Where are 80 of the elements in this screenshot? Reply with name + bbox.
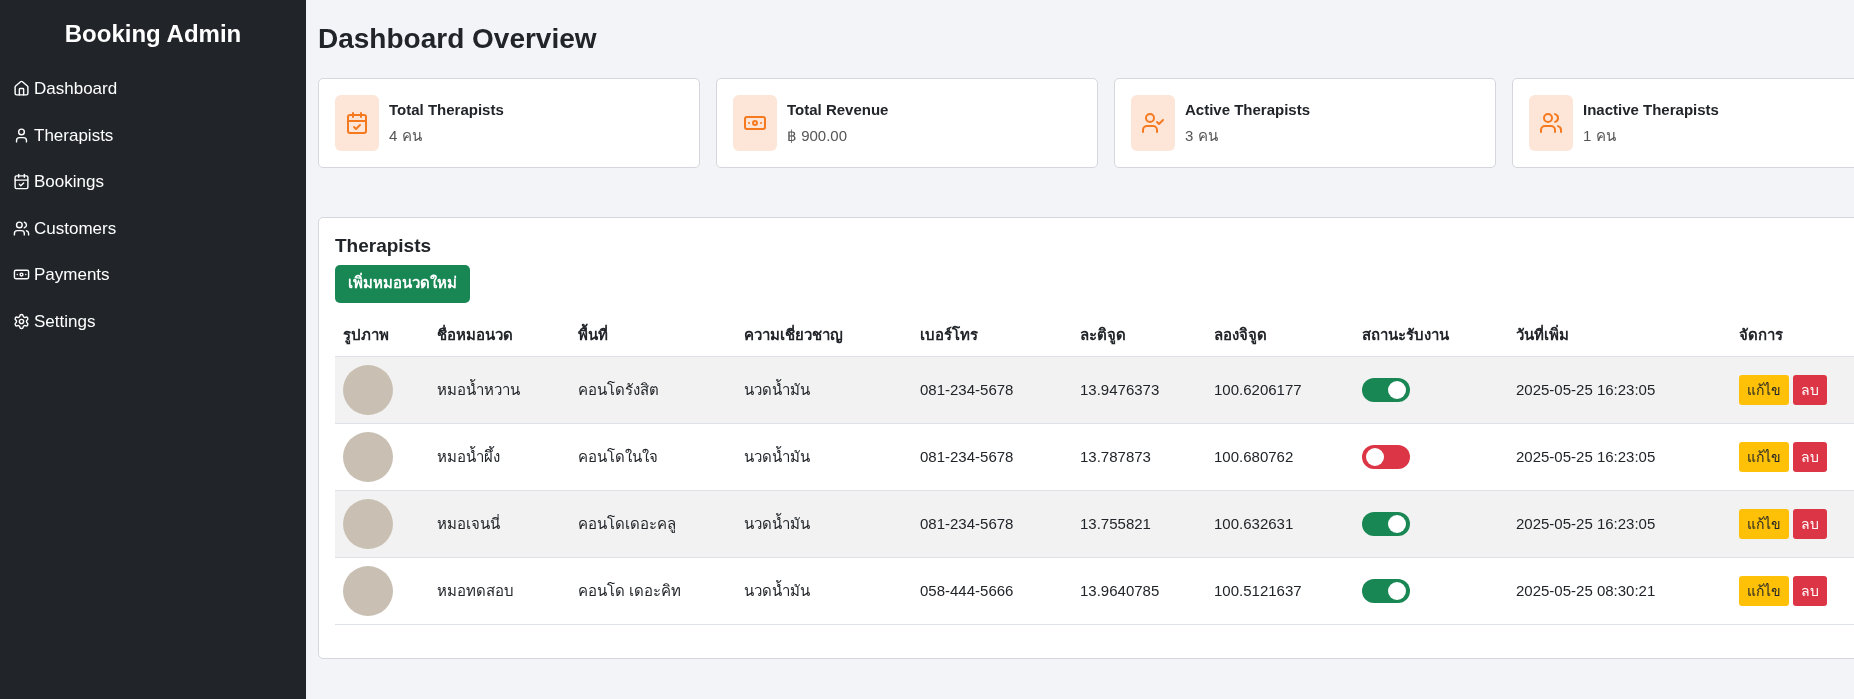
table-cell: 100.5121637	[1206, 557, 1354, 625]
table-cell: 2025-05-25 08:30:21	[1508, 557, 1731, 625]
calendar-check-icon	[345, 111, 369, 135]
edit-button[interactable]: แก้ไข	[1739, 576, 1789, 606]
table-cell: 100.632631	[1206, 490, 1354, 558]
user-check-icon	[1141, 111, 1165, 135]
avatar-placeholder	[343, 566, 393, 616]
avatar-placeholder	[343, 432, 393, 482]
table-cell: 2025-05-25 16:23:05	[1508, 423, 1731, 491]
calendar-check-icon	[13, 173, 30, 191]
table-cell: หมอน้ำผึ้ง	[429, 423, 570, 491]
table-cell: นวดน้ำมัน	[736, 557, 912, 625]
users-icon	[1539, 111, 1563, 135]
table-cell: นวดน้ำมัน	[736, 423, 912, 491]
table-cell: 081-234-5678	[912, 490, 1072, 558]
table-cell: 100.6206177	[1206, 356, 1354, 424]
sidebar-item[interactable]: Payments	[13, 262, 306, 288]
table-cell: นวดน้ำมัน	[736, 356, 912, 424]
users-icon	[13, 219, 30, 237]
column-header: ความเชี่ยวชาญ	[736, 314, 912, 357]
status-toggle[interactable]	[1362, 445, 1410, 469]
app-title: Booking Admin	[63, 19, 243, 49]
delete-button[interactable]: ลบ	[1793, 442, 1827, 472]
sidebar-item[interactable]: Dashboard	[13, 76, 306, 102]
user-icon	[13, 126, 30, 144]
stat-title: Total Therapists	[389, 100, 504, 120]
edit-button[interactable]: แก้ไข	[1739, 509, 1789, 539]
column-header: พื้นที่	[570, 314, 736, 357]
table-cell: 058-444-5666	[912, 557, 1072, 625]
table-cell: หมอเจนนี่	[429, 490, 570, 558]
table-cell: คอนโดในใจ	[570, 423, 736, 491]
stat-title: Inactive Therapists	[1583, 100, 1719, 120]
stat-value: 3 คน	[1185, 125, 1219, 146]
stat-title: Active Therapists	[1185, 100, 1311, 120]
table-cell: 13.9640785	[1072, 557, 1206, 625]
table-cell: นวดน้ำมัน	[736, 490, 912, 558]
edit-button[interactable]: แก้ไข	[1739, 375, 1789, 405]
table-cell: หมอน้ำหวาน	[429, 356, 570, 424]
panel-title: Therapists	[335, 234, 433, 258]
stat-value: 1 คน	[1583, 125, 1617, 146]
column-header: ลองจิจูด	[1206, 314, 1354, 357]
add-therapist-button[interactable]: เพิ่มหมอนวดใหม่	[335, 264, 470, 303]
delete-button[interactable]: ลบ	[1793, 509, 1827, 539]
avatar-placeholder	[343, 365, 393, 415]
stat-value: 4 คน	[389, 125, 423, 146]
status-toggle[interactable]	[1362, 579, 1410, 603]
sidebar-item[interactable]: Therapists	[13, 122, 306, 148]
table-cell: คอนโดเดอะคลู	[570, 490, 736, 558]
sidebar-item[interactable]: Settings	[13, 308, 306, 334]
table-cell: 2025-05-25 16:23:05	[1508, 356, 1731, 424]
stat-title: Total Revenue	[787, 100, 889, 120]
column-header: สถานะรับงาน	[1354, 314, 1508, 357]
column-header: ละติจูด	[1072, 314, 1206, 357]
table-cell: หมอทดสอบ	[429, 557, 570, 625]
table-cell: 100.680762	[1206, 423, 1354, 491]
sidebar-item[interactable]: Bookings	[13, 169, 306, 195]
home-icon	[13, 80, 30, 98]
table-cell: คอนโด เดอะคิท	[570, 557, 736, 625]
column-header: ชื่อหมอนวด	[429, 314, 570, 357]
stat-value: ฿ 900.00	[787, 125, 849, 146]
status-toggle[interactable]	[1362, 512, 1410, 536]
avatar-placeholder	[343, 499, 393, 549]
column-header: รูปภาพ	[335, 314, 429, 357]
table-cell: 13.755821	[1072, 490, 1206, 558]
status-toggle[interactable]	[1362, 378, 1410, 402]
table-cell: คอนโดรังสิต	[570, 356, 736, 424]
column-header: เบอร์โทร	[912, 314, 1072, 357]
column-header: จัดการ	[1731, 314, 1854, 357]
sidebar-item[interactable]: Customers	[13, 215, 306, 241]
table-cell: 13.787873	[1072, 423, 1206, 491]
column-header: วันที่เพิ่ม	[1508, 314, 1731, 357]
delete-button[interactable]: ลบ	[1793, 375, 1827, 405]
table-cell: 13.9476373	[1072, 356, 1206, 424]
page-title: Dashboard Overview	[318, 22, 598, 56]
settings-icon	[13, 312, 30, 330]
edit-button[interactable]: แก้ไข	[1739, 442, 1789, 472]
table-cell: 081-234-5678	[912, 356, 1072, 424]
delete-button[interactable]: ลบ	[1793, 576, 1827, 606]
table-cell: 2025-05-25 16:23:05	[1508, 490, 1731, 558]
table-cell: 081-234-5678	[912, 423, 1072, 491]
